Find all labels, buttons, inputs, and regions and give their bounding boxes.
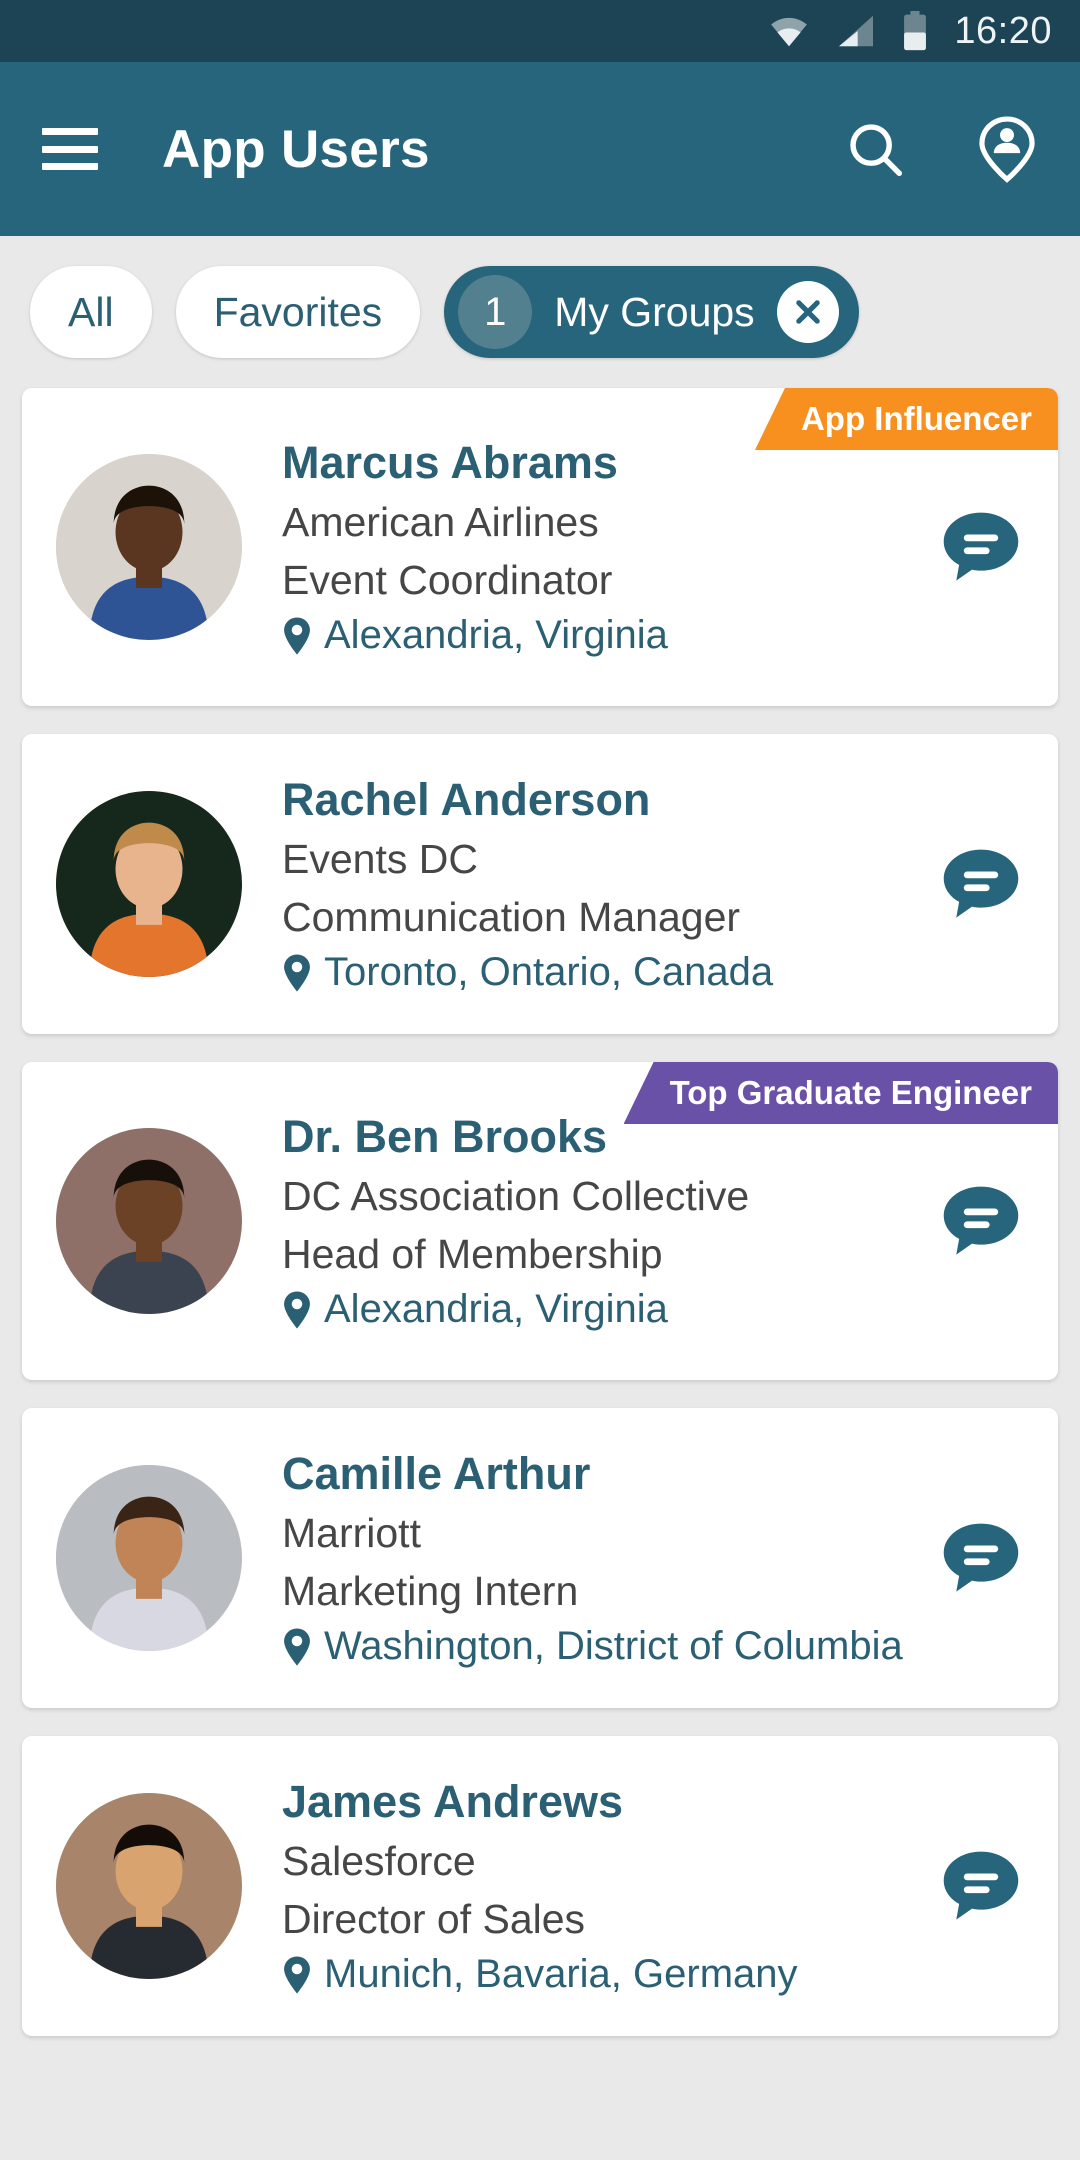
user-info: Rachel Anderson Events DC Communication … (242, 773, 924, 995)
user-name[interactable]: Rachel Anderson (282, 773, 924, 828)
close-x-icon[interactable] (776, 281, 839, 343)
user-job-title: Director of Sales (282, 1895, 586, 1942)
user-info: Dr. Ben Brooks DC Association Collective… (242, 1110, 924, 1332)
user-card[interactable]: James Andrews Salesforce Director of Sal… (22, 1736, 1058, 2036)
chat-bubble-icon[interactable] (938, 841, 1024, 927)
user-location: Munich, Bavaria, Germany (282, 1952, 924, 1997)
user-location: Alexandria, Virginia (282, 613, 924, 658)
avatar (56, 1127, 242, 1314)
user-job-title: Head of Membership (282, 1230, 663, 1277)
status-badge-label: Top Graduate Engineer (669, 1074, 1032, 1111)
location-pin-icon (282, 1955, 312, 1995)
user-card[interactable]: Camille Arthur Marriott Marketing Intern… (22, 1408, 1058, 1708)
user-info: James Andrews Salesforce Director of Sal… (242, 1775, 924, 1997)
app-bar-actions (844, 115, 1038, 183)
chat-bubble-icon[interactable] (938, 1515, 1024, 1601)
user-company: DC Association Collective (282, 1172, 750, 1219)
user-location-label: Alexandria, Virginia (324, 613, 668, 658)
avatar (56, 453, 242, 640)
cellular-signal-icon (836, 14, 876, 48)
location-pin-icon (282, 1627, 312, 1667)
user-card[interactable]: Rachel Anderson Events DC Communication … (22, 734, 1058, 1034)
user-card[interactable]: App Influencer Marcus Abrams American Ai… (22, 388, 1058, 706)
user-location-label: Washington, District of Columbia (324, 1624, 903, 1669)
user-location: Washington, District of Columbia (282, 1624, 924, 1669)
filter-chip-row: All Favorites 1 My Groups (0, 236, 1080, 388)
user-name[interactable]: Camille Arthur (282, 1447, 924, 1502)
avatar (56, 790, 242, 977)
user-name[interactable]: James Andrews (282, 1775, 924, 1830)
user-location: Toronto, Ontario, Canada (282, 950, 924, 995)
user-company: Marriott (282, 1509, 421, 1556)
chip-all-label: All (68, 288, 114, 335)
user-company: Events DC (282, 835, 478, 882)
status-badge: Top Graduate Engineer (623, 1062, 1058, 1124)
user-list: App Influencer Marcus Abrams American Ai… (0, 388, 1080, 2036)
chip-my-groups[interactable]: 1 My Groups (444, 266, 859, 358)
hamburger-menu-icon[interactable] (42, 128, 98, 170)
avatar (56, 1792, 242, 1979)
wifi-icon (768, 14, 810, 48)
page-title: App Users (162, 119, 430, 179)
user-location: Alexandria, Virginia (282, 1287, 924, 1332)
user-job-title: Event Coordinator (282, 556, 613, 603)
chip-my-groups-label: My Groups (554, 288, 755, 335)
avatar (56, 1464, 242, 1651)
user-job-title: Marketing Intern (282, 1567, 579, 1614)
chip-favorites-label: Favorites (213, 288, 383, 335)
user-info: Camille Arthur Marriott Marketing Intern… (242, 1447, 924, 1669)
chip-favorites[interactable]: Favorites (175, 266, 421, 358)
location-pin-icon (282, 616, 312, 656)
user-job-title: Communication Manager (282, 893, 741, 940)
user-company: American Airlines (282, 498, 599, 545)
location-pin-icon (282, 1290, 312, 1330)
search-icon[interactable] (844, 118, 906, 180)
chat-bubble-icon[interactable] (938, 504, 1024, 590)
chip-my-groups-count-badge: 1 (458, 275, 533, 349)
user-company: Salesforce (282, 1837, 476, 1884)
user-location-label: Toronto, Ontario, Canada (324, 950, 774, 995)
user-info: Marcus Abrams American Airlines Event Co… (242, 436, 924, 658)
status-bar: 16:20 (0, 0, 1080, 62)
user-location-label: Alexandria, Virginia (324, 1287, 668, 1332)
location-pin-icon (282, 953, 312, 993)
status-badge: App Influencer (754, 388, 1058, 450)
chat-bubble-icon[interactable] (938, 1178, 1024, 1264)
app-bar: App Users (0, 62, 1080, 236)
chip-all[interactable]: All (30, 266, 152, 358)
status-bar-clock: 16:20 (954, 9, 1052, 52)
chat-bubble-icon[interactable] (938, 1843, 1024, 1929)
status-badge-label: App Influencer (800, 400, 1032, 437)
user-card[interactable]: Top Graduate Engineer Dr. Ben Brooks DC … (22, 1062, 1058, 1380)
battery-icon (902, 11, 928, 51)
person-pin-icon[interactable] (976, 115, 1038, 183)
user-location-label: Munich, Bavaria, Germany (324, 1952, 798, 1997)
